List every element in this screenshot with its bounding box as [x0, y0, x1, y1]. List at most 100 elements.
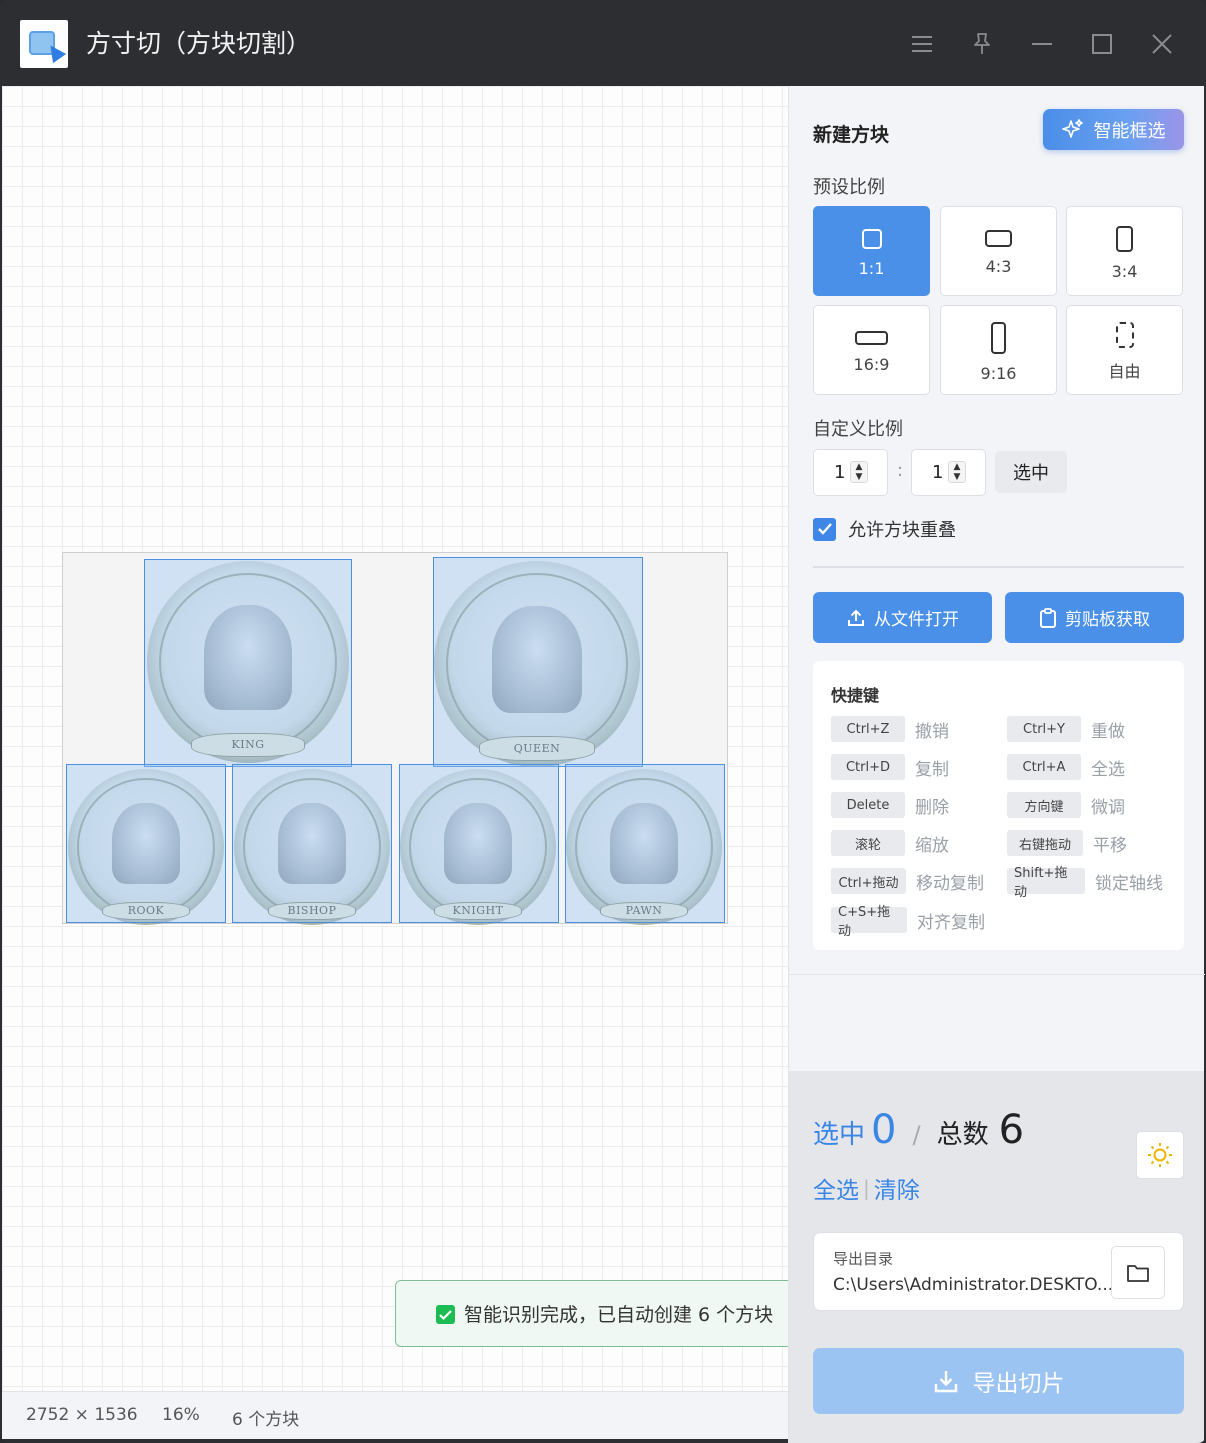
- hotkey-desc: 微调: [1091, 797, 1125, 818]
- smart-select-button[interactable]: 智能框选: [1043, 109, 1184, 150]
- hotkey-desc: 移动复制: [916, 873, 984, 894]
- app-window: 方寸切（方块切割） KING QUEEN ROOK BISHOP KNIGHT …: [0, 0, 1206, 1443]
- allow-overlap-checkbox[interactable]: 允许方块重叠: [813, 516, 956, 542]
- sparkle-icon: [1061, 118, 1083, 138]
- ratio-separator: :: [897, 460, 904, 481]
- success-toast: 智能识别完成，已自动创建 6 个方块: [395, 1280, 815, 1347]
- hotkey-key: Shift+拖动: [1007, 866, 1085, 900]
- image-dimensions: 2752 × 1536: [26, 1405, 138, 1425]
- hotkey-desc: 缩放: [915, 835, 949, 856]
- ratio-16-9[interactable]: 16:9: [813, 305, 930, 395]
- hotkey-key: Ctrl+Y: [1007, 716, 1081, 742]
- custom-ratio-label: 自定义比例: [813, 419, 903, 440]
- spinner-arrows-icon[interactable]: ▲ ▼: [850, 461, 868, 483]
- preset-ratio-label: 预设比例: [813, 177, 885, 198]
- hotkey-key: 方向键: [1007, 792, 1081, 818]
- ratio-4-3[interactable]: 4:3: [940, 206, 1057, 296]
- selected-label: 选中: [813, 1120, 866, 1150]
- divider: [813, 566, 1184, 568]
- selection-counter: 选中 0 / 总数 6: [813, 1107, 1024, 1153]
- hotkey-key: Delete: [831, 792, 905, 818]
- block-bishop[interactable]: [232, 764, 392, 923]
- hotkey-desc: 删除: [915, 797, 949, 818]
- smart-select-label: 智能框选: [1093, 120, 1166, 142]
- landscape-ratio-icon: [985, 230, 1012, 247]
- sidebar: 新建方块 智能框选 预设比例 1:1 4:3 3:4 16:9 9:16 自由 …: [788, 86, 1205, 1071]
- folder-icon: [1127, 1264, 1149, 1282]
- clipboard-button[interactable]: 剪贴板获取: [1005, 592, 1184, 643]
- browse-folder-button[interactable]: [1111, 1246, 1165, 1299]
- apply-ratio-button[interactable]: 选中: [995, 451, 1067, 493]
- hotkey-select-all: Ctrl+A 全选: [1007, 754, 1125, 780]
- ratio-3-4[interactable]: 3:4: [1066, 206, 1183, 296]
- zoom-level: 16%: [162, 1405, 200, 1425]
- clipboard-label: 剪贴板获取: [1065, 610, 1150, 630]
- hotkeys-title: 快捷键: [831, 686, 880, 705]
- tall-ratio-icon: [991, 321, 1006, 354]
- hotkey-delete: Delete 删除: [831, 792, 949, 818]
- divider: [789, 974, 1205, 975]
- open-file-button[interactable]: 从文件打开: [813, 592, 992, 643]
- close-icon[interactable]: [1144, 26, 1180, 62]
- hotkey-desc: 重做: [1091, 721, 1125, 742]
- spinner-arrows-icon[interactable]: ▲ ▼: [948, 461, 966, 483]
- menu-icon[interactable]: [904, 26, 940, 62]
- block-pawn[interactable]: [565, 764, 725, 923]
- app-logo-icon: [20, 20, 68, 68]
- clear-link[interactable]: 清除: [874, 1171, 920, 1205]
- export-dir-path: C:\Users\Administrator.DESKTO...: [833, 1275, 1114, 1295]
- selection-links: 全选 | 清除: [813, 1171, 920, 1205]
- hotkey-desc: 复制: [915, 759, 949, 780]
- hotkey-key: C+S+拖动: [831, 905, 907, 939]
- hotkey-key: Ctrl+D: [831, 754, 905, 780]
- ratio-width-value: 1: [834, 462, 846, 483]
- ratio-9-16[interactable]: 9:16: [940, 305, 1057, 395]
- block-queen[interactable]: [433, 557, 643, 767]
- counter-separator: /: [912, 1121, 921, 1149]
- hotkey-lock-axis: Shift+拖动 锁定轴线: [1007, 866, 1163, 900]
- hotkey-key: Ctrl+A: [1007, 754, 1081, 780]
- editor-canvas[interactable]: KING QUEEN ROOK BISHOP KNIGHT PAWN: [2, 86, 788, 1391]
- hotkey-zoom: 滚轮 缩放: [831, 830, 949, 856]
- block-knight[interactable]: [399, 764, 559, 923]
- upload-icon: [848, 609, 864, 626]
- pin-icon[interactable]: [964, 26, 1000, 62]
- export-slices-button[interactable]: 导出切片: [813, 1348, 1184, 1414]
- toast-message: 智能识别完成，已自动创建 6 个方块: [464, 1304, 774, 1326]
- hotkey-undo: Ctrl+Z 撤销: [831, 716, 949, 742]
- maximize-icon[interactable]: [1084, 26, 1120, 62]
- block-count: 6 个方块: [232, 1410, 300, 1430]
- ratio-label: 9:16: [980, 363, 1017, 383]
- hotkey-key: 滚轮: [831, 830, 905, 856]
- ratio-label: 1:1: [858, 258, 885, 278]
- ratio-height-input[interactable]: 1 ▲ ▼: [911, 449, 986, 496]
- portrait-ratio-icon: [1116, 225, 1133, 252]
- title-bar: 方寸切（方块切割）: [0, 0, 1206, 86]
- total-label: 总数: [936, 1120, 989, 1150]
- ratio-free[interactable]: 自由: [1066, 305, 1183, 395]
- ratio-width-input[interactable]: 1 ▲ ▼: [813, 449, 888, 496]
- hotkey-move-copy: Ctrl+拖动 移动复制: [831, 868, 984, 894]
- ratio-height-value: 1: [932, 462, 944, 483]
- checkbox-checked-icon[interactable]: [813, 517, 836, 541]
- hotkey-align-copy: C+S+拖动 对齐复制: [831, 905, 985, 939]
- block-king[interactable]: [144, 559, 352, 767]
- hotkey-copy: Ctrl+D 复制: [831, 754, 949, 780]
- ratio-label: 自由: [1108, 362, 1141, 381]
- hotkey-desc: 对齐复制: [917, 912, 985, 933]
- download-icon: [934, 1371, 957, 1393]
- sun-icon: [1148, 1143, 1172, 1167]
- minimize-icon[interactable]: [1024, 26, 1060, 62]
- select-all-link[interactable]: 全选: [813, 1171, 859, 1205]
- ratio-label: 3:4: [1111, 261, 1138, 281]
- hotkey-key: Ctrl+Z: [831, 716, 905, 742]
- sidebar-footer: 选中 0 / 总数 6 全选 | 清除 导出目录 C:\Users\Admini…: [788, 1071, 1204, 1443]
- theme-toggle-button[interactable]: [1136, 1131, 1184, 1179]
- hotkey-desc: 撤销: [915, 721, 949, 742]
- hotkeys-panel: 快捷键 Ctrl+Z 撤销 Ctrl+Y 重做 Ctrl+D 复制 Ctrl+A…: [813, 661, 1184, 950]
- block-rook[interactable]: [66, 764, 226, 923]
- hotkey-desc: 平移: [1093, 835, 1127, 856]
- total-count: 6: [998, 1107, 1025, 1153]
- ratio-1-1[interactable]: 1:1: [813, 206, 930, 296]
- clipboard-icon: [1040, 607, 1056, 628]
